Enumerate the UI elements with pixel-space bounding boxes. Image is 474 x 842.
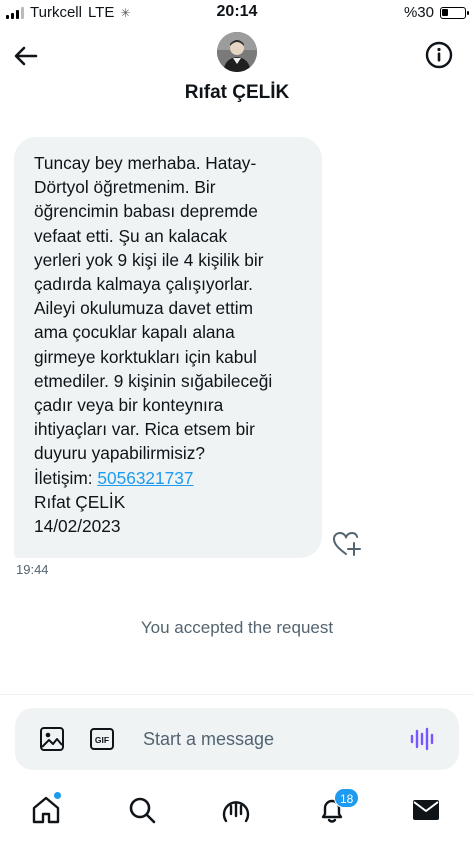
react-button[interactable] <box>332 530 362 558</box>
avatar-image <box>217 32 257 72</box>
phone-link[interactable]: 5056321737 <box>97 468 193 488</box>
contact-name[interactable]: Rıfat ÇELİK <box>0 82 474 104</box>
message-line: etmediler. 9 kişinin sığabileceği <box>34 370 273 391</box>
contact-line: İletişim: 5056321737 <box>34 466 304 490</box>
search-icon <box>129 797 156 824</box>
message-line: Aileyi okulumuza davet ettim <box>34 298 253 319</box>
voice-message-button[interactable] <box>408 726 438 752</box>
conversation-header: Rıfat ÇELİK <box>0 26 474 116</box>
message-line: Tuncay bey merhaba. Hatay- <box>34 153 257 173</box>
message-date: 14/02/2023 <box>34 516 121 537</box>
add-image-button[interactable] <box>39 726 65 752</box>
composer-divider <box>0 694 474 695</box>
nav-search[interactable] <box>126 794 158 826</box>
message-input[interactable] <box>143 720 403 758</box>
gif-icon: GIF <box>90 728 114 750</box>
arrow-left-icon <box>14 46 38 66</box>
message-line: vefaat etti. Şu an kalacak <box>34 225 228 246</box>
nav-notifications[interactable]: 18 <box>316 788 360 826</box>
message-bubble[interactable]: Tuncay bey merhaba. Hatay- Dörtyol öğretm… <box>14 137 322 558</box>
status-right: %30 <box>403 4 469 21</box>
message-line: yerleri yok 9 kişi ile 4 kişilik bir <box>34 249 264 270</box>
message-composer: GIF <box>15 708 459 770</box>
battery-percent: %30 <box>403 4 434 21</box>
spaces-icon <box>222 801 250 823</box>
battery-fill <box>442 8 448 16</box>
status-bar: Turkcell LTE ✳ 20:14 %30 <box>0 0 474 26</box>
svg-text:GIF: GIF <box>95 735 109 745</box>
nav-home[interactable] <box>30 792 62 826</box>
message-text: Tuncay bey merhaba. Hatay- Dörtyol öğretm… <box>34 151 304 466</box>
heart-plus-icon <box>332 531 361 556</box>
message-line: çadırda kalmaya çalışıyorlar. <box>34 274 253 295</box>
message-line: ihtiyaçları var. Rica etsem bir <box>34 419 255 440</box>
request-accepted-notice: You accepted the request <box>140 618 334 637</box>
message-line: Dörtyol öğretmenim. Bir <box>34 177 216 198</box>
voice-waveform-icon <box>410 727 434 751</box>
message-line: çadır veya bir konteynıra <box>34 395 224 416</box>
back-button[interactable] <box>10 40 42 72</box>
add-gif-button[interactable]: GIF <box>89 726 115 752</box>
message-line: girmeye korktukları için kabul <box>34 346 257 367</box>
battery-icon <box>440 6 469 19</box>
contact-label: İletişim: <box>34 467 98 488</box>
home-new-dot <box>54 792 61 799</box>
message-time: 19:44 <box>16 562 49 577</box>
message-line: duyuru yapabilirmisiz? <box>34 443 205 464</box>
info-button[interactable] <box>424 40 454 70</box>
info-circle-icon <box>425 41 453 69</box>
notification-badge: 18 <box>334 788 360 808</box>
message-line: öğrencimin babası depremde <box>34 201 258 222</box>
status-time: 20:14 <box>216 3 258 20</box>
avatar[interactable] <box>217 32 257 72</box>
image-icon <box>40 727 64 751</box>
envelope-icon <box>413 800 439 820</box>
bottom-nav: 18 <box>0 784 474 842</box>
nav-messages[interactable] <box>410 794 442 826</box>
message-signature: Rıfat ÇELİK <box>34 491 126 512</box>
nav-spaces[interactable] <box>220 794 252 826</box>
message-line: ama çocuklar kapalı alana <box>34 322 235 343</box>
